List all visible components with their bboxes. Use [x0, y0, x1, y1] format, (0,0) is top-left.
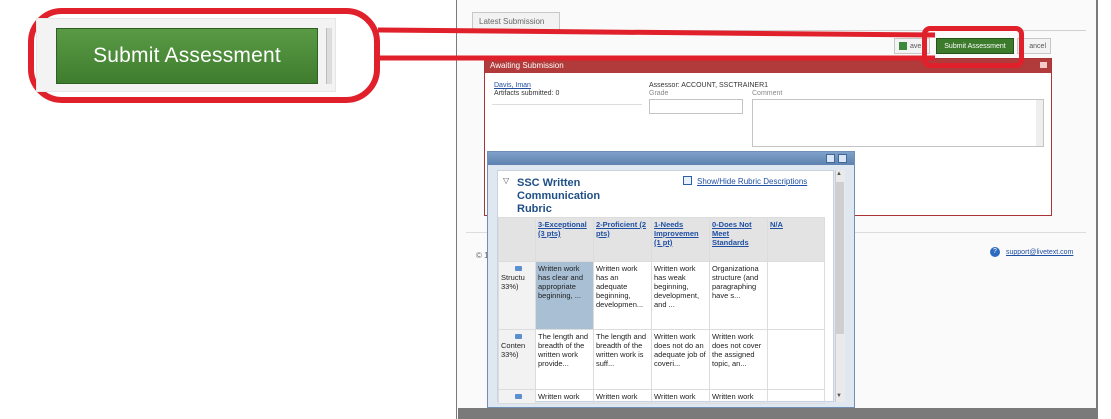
- artifacts-submitted-text: Artifacts submitted: 0: [494, 90, 560, 97]
- rubric-cell[interactable]: Written work has an adequate beginning, …: [593, 261, 652, 330]
- rubric-cell[interactable]: The length and breadth of the written wo…: [535, 329, 594, 390]
- window-bottom-border: [458, 408, 1096, 419]
- tab-latest-submission[interactable]: Latest Submission: [472, 12, 560, 30]
- rubric-popup-titlebar[interactable]: [488, 152, 854, 165]
- comment-textarea[interactable]: [752, 99, 1044, 147]
- level-header[interactable]: 3-Exceptional (3 pts): [535, 217, 594, 262]
- rubric-cell[interactable]: Organizationa structure (and paragraphin…: [709, 261, 768, 330]
- criterion-label: Conten 33%): [501, 341, 526, 359]
- level-header[interactable]: N/A: [767, 217, 825, 262]
- rubric-cell[interactable]: Written work does not do an adequate job…: [651, 329, 710, 390]
- table-row: Conten 33%) The length and breadth of th…: [498, 329, 825, 390]
- scroll-up-icon[interactable]: ▲: [836, 171, 842, 177]
- submit-highlight-box: [922, 26, 1024, 68]
- table-row: Written work Written work Written work W…: [498, 389, 825, 404]
- rubric-cell[interactable]: Written work does not cover the assigned…: [709, 329, 768, 390]
- rubric-cell[interactable]: [767, 261, 825, 330]
- level-header[interactable]: 2-Proficient (2 pts): [593, 217, 652, 262]
- rubric-scrollbar-thumb[interactable]: [836, 182, 844, 334]
- panel-divider: [492, 104, 642, 105]
- comment-icon[interactable]: [515, 334, 522, 339]
- criterion-cell: Structu 33%): [498, 261, 536, 330]
- criterion-header: [498, 217, 536, 262]
- comment-label: Comment: [752, 90, 783, 97]
- comment-icon[interactable]: [515, 394, 522, 399]
- show-hide-descriptions-link[interactable]: Show/Hide Rubric Descriptions: [697, 177, 807, 186]
- help-icon[interactable]: ?: [990, 247, 1000, 257]
- level-header[interactable]: 1-Needs Improvemen (1 pt): [651, 217, 710, 262]
- rubric-cell[interactable]: The length and breadth of the written wo…: [593, 329, 652, 390]
- assessor-label: Assessor: ACCOUNT, SSCTRAINER1: [649, 82, 769, 89]
- save-button-label: ave: [910, 42, 922, 50]
- level-header[interactable]: 0-Does Not Meet Standards: [709, 217, 768, 262]
- criterion-cell: Conten 33%): [498, 329, 536, 390]
- save-icon: [899, 42, 907, 50]
- rubric-cell[interactable]: Written work has weak beginning, develop…: [651, 261, 710, 330]
- collapse-icon[interactable]: [1040, 62, 1047, 68]
- rubric-title: SSC Written Communication Rubric: [517, 177, 601, 215]
- descriptions-icon[interactable]: [683, 176, 692, 185]
- rubric-cell-selected[interactable]: Written work has clear and appropriate b…: [535, 261, 594, 330]
- grade-input[interactable]: [649, 99, 743, 114]
- student-name-link[interactable]: Davis, Iman: [494, 82, 531, 89]
- criterion-cell: [498, 389, 536, 404]
- grade-label: Grade: [649, 90, 669, 97]
- rubric-cell[interactable]: Written work: [651, 389, 710, 404]
- comment-icon[interactable]: [515, 266, 522, 271]
- criterion-label: Structu 33%): [501, 273, 525, 291]
- rubric-table: 3-Exceptional (3 pts) 2-Proficient (2 pt…: [498, 217, 825, 404]
- scroll-down-icon[interactable]: ▼: [836, 393, 842, 399]
- rubric-cell[interactable]: Written work: [535, 389, 594, 404]
- table-row: Structu 33%) Written work has clear and …: [498, 261, 825, 330]
- rubric-cell[interactable]: [767, 389, 825, 404]
- rubric-cell[interactable]: [767, 329, 825, 390]
- popup-close-icon[interactable]: [838, 154, 847, 163]
- zoomed-cancel-button-edge: [326, 28, 332, 84]
- comment-scrollbar[interactable]: [1036, 100, 1043, 146]
- support-email-link[interactable]: support@livetext.com: [1006, 249, 1073, 256]
- expand-triangle-icon[interactable]: ▽: [503, 176, 509, 185]
- popup-restore-icon[interactable]: [826, 154, 835, 163]
- rubric-cell[interactable]: Written work: [593, 389, 652, 404]
- zoomed-submit-assessment-button[interactable]: Submit Assessment: [56, 28, 318, 84]
- rubric-cell[interactable]: Written work: [709, 389, 768, 404]
